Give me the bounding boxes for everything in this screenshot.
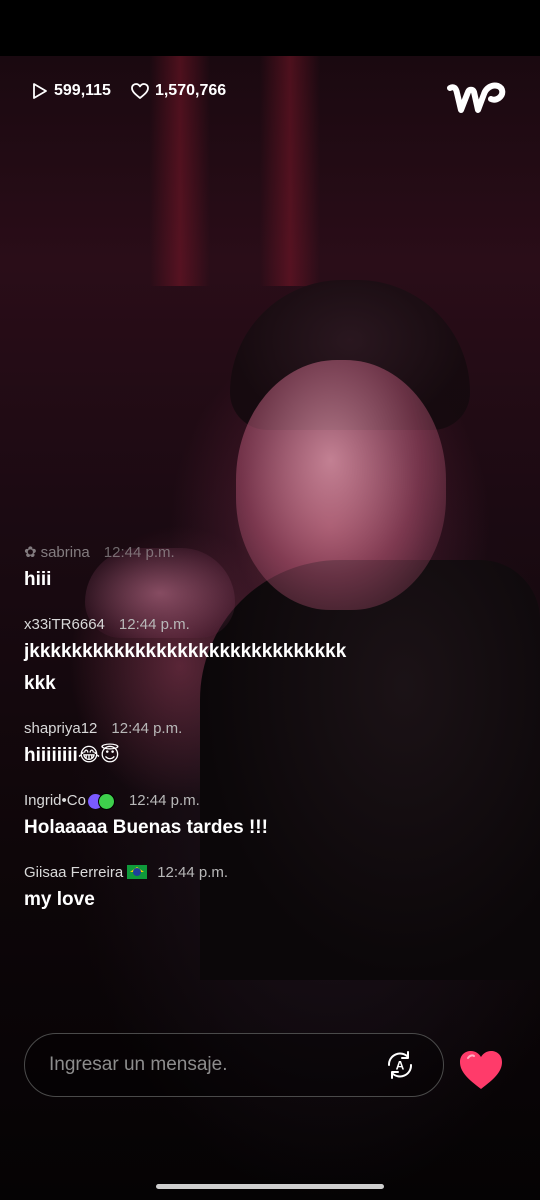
like-count: 1,570,766: [154, 82, 227, 99]
chat-username[interactable]: Giisaa Ferreira: [24, 864, 123, 881]
chat-username[interactable]: x33iTR6664: [24, 616, 105, 633]
chat-message: Giisaa Ferreira 12:44 p.m. my love: [24, 862, 454, 916]
flower-icon: ✿: [24, 544, 37, 561]
chat-message: x33iTR6664 12:44 p.m. jkkkkkkkkkkkkkkkkk…: [24, 614, 454, 700]
message-input-placeholder[interactable]: Ingresar un mensaje.: [49, 1054, 383, 1076]
chat-message: ✿ sabrina 12:44 p.m. hiii: [24, 542, 454, 596]
svg-text:A: A: [396, 1059, 405, 1073]
heart-outline-icon: [131, 83, 149, 99]
live-stats: 599,115 1,570,766: [32, 78, 226, 104]
chat-text: my love: [24, 889, 95, 910]
chat-text: hiiiiiiii😂😇: [24, 745, 120, 766]
translate-icon[interactable]: A: [383, 1048, 417, 1082]
chat-text: jkkkkkkkkkkkkkkkkkkkkkkkkkkkkkkkkk: [24, 641, 347, 694]
chat-timestamp: 12:44 p.m.: [128, 791, 200, 809]
weverse-logo[interactable]: [446, 80, 508, 120]
chat-username[interactable]: sabrina: [41, 544, 90, 561]
background-curtain: [260, 56, 320, 286]
chat-timestamp: 12:44 p.m.: [103, 543, 175, 561]
play-icon: [32, 82, 48, 100]
heart-icon[interactable]: [458, 1049, 504, 1091]
chat-message: Ingrid•Co 12:44 p.m. Holaaaaa Buenas tar…: [24, 790, 454, 844]
chat-text: hiii: [24, 569, 52, 590]
member-badge-icon: [97, 792, 115, 810]
brazil-flag-icon: [127, 865, 148, 879]
chat-message: shapriya12 12:44 p.m. hiiiiiiii😂😇: [24, 718, 454, 772]
chat-text: Holaaaaa Buenas tardes !!!: [24, 817, 268, 838]
live-chat: ✿ sabrina 12:44 p.m. hiii x33iTR6664 12:…: [24, 542, 454, 934]
chat-timestamp: 12:44 p.m.: [157, 863, 229, 881]
chat-username[interactable]: Ingrid•Co: [24, 792, 86, 809]
chat-username[interactable]: shapriya12: [24, 720, 97, 737]
chat-timestamp: 12:44 p.m.: [111, 719, 183, 737]
home-indicator[interactable]: [156, 1184, 384, 1189]
play-count: 599,115: [54, 82, 111, 99]
message-input[interactable]: Ingresar un mensaje. A: [24, 1033, 444, 1097]
chat-timestamp: 12:44 p.m.: [118, 615, 190, 633]
